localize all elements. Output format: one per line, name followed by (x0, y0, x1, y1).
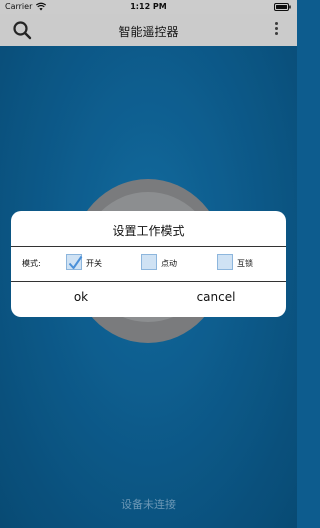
mode-label: 模式: (22, 259, 41, 268)
option-label: 点动 (161, 259, 177, 268)
dialog-title: 设置工作模式 (112, 224, 185, 238)
cancel-button[interactable]: cancel (151, 282, 281, 312)
title-divider (11, 246, 286, 247)
checkbox-interlock[interactable] (217, 254, 233, 270)
option-label: 互锁 (237, 259, 253, 268)
option-label: 开关 (86, 259, 102, 268)
app-screen: Carrier 1:12 PM 智能遥控器 设备未连接 设置工作模式 模式: 开… (0, 0, 297, 528)
ok-button[interactable]: ok (11, 282, 151, 312)
checkmark-icon (68, 255, 83, 269)
checkbox-switch[interactable] (66, 254, 83, 270)
work-mode-dialog: 设置工作模式 模式: 开关 点动 互锁 ok cancel (11, 211, 286, 317)
checkbox-jog[interactable] (141, 254, 157, 270)
